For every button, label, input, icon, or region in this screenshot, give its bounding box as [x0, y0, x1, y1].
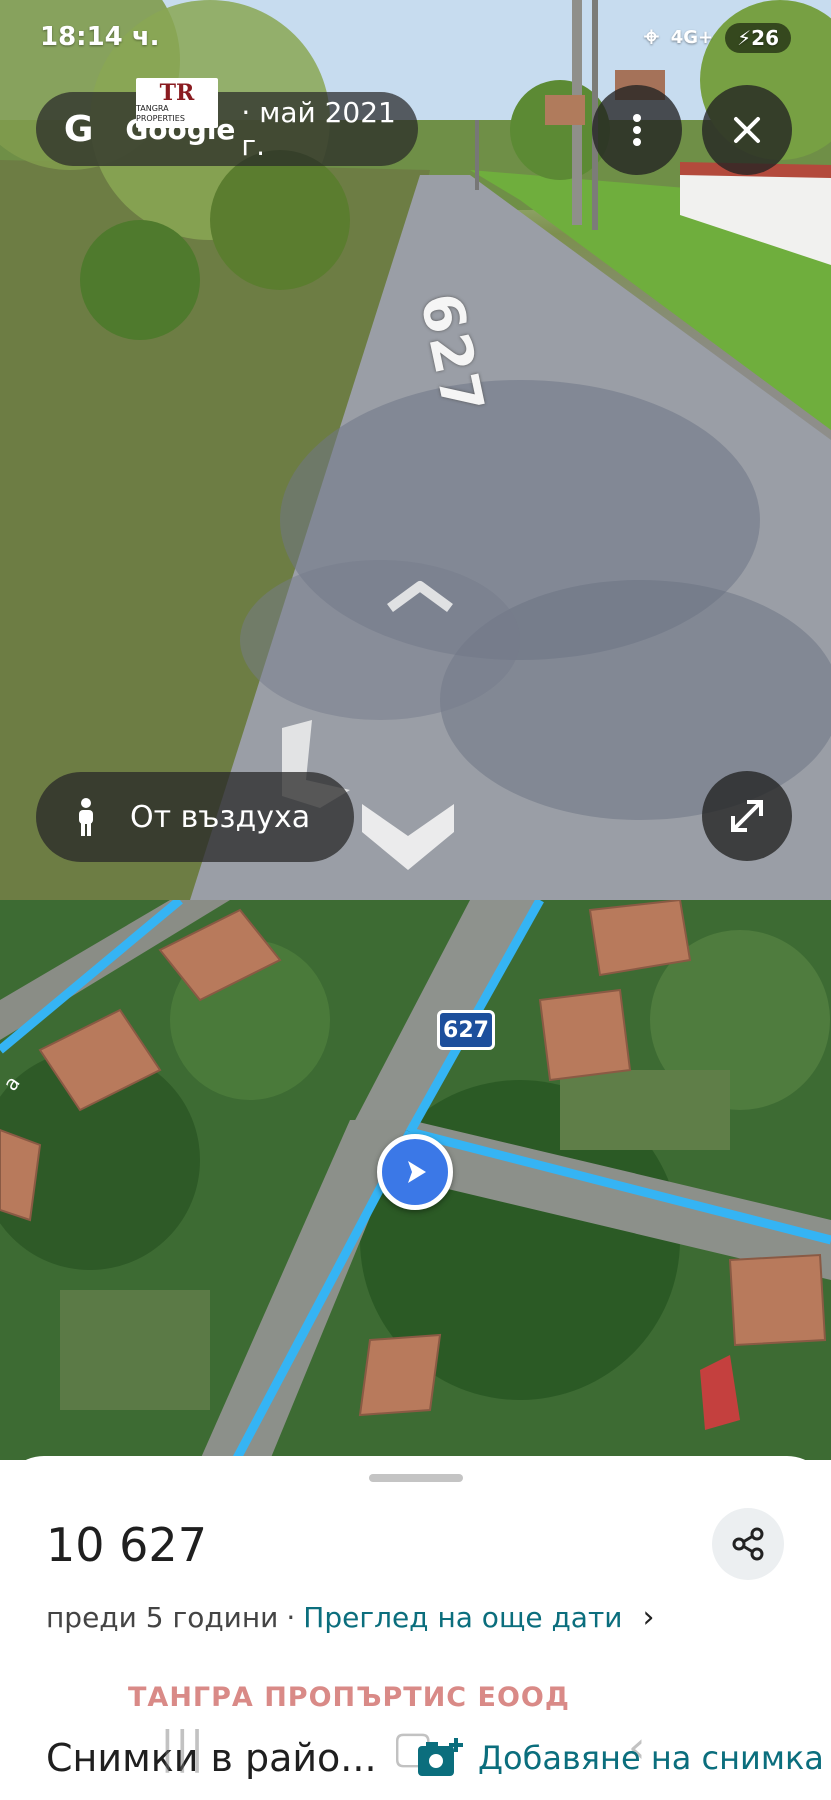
- aerial-view-button[interactable]: От въздуха: [36, 772, 354, 862]
- more-dates-link[interactable]: Преглед на още дати: [303, 1601, 622, 1634]
- pegman-icon: [66, 797, 106, 837]
- network-indicator: 4G+: [670, 27, 714, 48]
- imagery-date-pill[interactable]: G Google · май 2021 г.: [36, 92, 418, 166]
- share-icon: [732, 1527, 764, 1561]
- nav-recents-icon: |||: [160, 1722, 205, 1773]
- close-button[interactable]: [702, 85, 792, 175]
- route-627-badge: 627: [437, 1010, 495, 1050]
- logo-subtext: TANGRA PROPERTIES: [136, 104, 185, 123]
- add-photo-icon: [418, 1738, 463, 1776]
- photos-section-title: Снимки в райо...: [46, 1736, 377, 1780]
- meta-separator: ·: [286, 1601, 296, 1634]
- direction-arrow-icon: [408, 1161, 426, 1183]
- share-button[interactable]: [712, 1508, 784, 1580]
- imagery-meta: преди 5 години · Преглед на още дати ›: [46, 1600, 654, 1635]
- add-photo-button[interactable]: Добавяне на снимка: [416, 1736, 824, 1780]
- bottom-sheet[interactable]: 10 627 преди 5 години · Преглед на още д…: [0, 1456, 831, 1800]
- more-options-button[interactable]: [592, 85, 682, 175]
- battery-level: 26: [751, 25, 779, 50]
- close-icon: [734, 117, 760, 143]
- more-vert-icon: [633, 114, 641, 146]
- street-view-panorama[interactable]: 627 18:14 ч. ⌖ 4G+ ⚡26 G Google · май 20…: [0, 0, 831, 900]
- current-position-marker[interactable]: [377, 1134, 453, 1210]
- add-photo-label: Добавяне на снимка: [478, 1739, 824, 1777]
- fullscreen-button[interactable]: [702, 771, 792, 861]
- battery-indicator: ⚡26: [725, 22, 791, 53]
- location-icon: ⌖: [644, 22, 659, 52]
- watermark-text: ТАНГРА ПРОПЪРТИС ЕООД: [128, 1682, 570, 1713]
- status-icons: ⌖ 4G+ ⚡26: [644, 22, 791, 53]
- aerial-view-label: От въздуха: [130, 799, 311, 835]
- expand-icon: [731, 800, 763, 832]
- drag-handle[interactable]: [369, 1474, 463, 1482]
- place-title: 10 627: [46, 1518, 207, 1572]
- status-time: 18:14 ч.: [40, 22, 160, 52]
- imagery-date: · май 2021 г.: [241, 96, 396, 162]
- google-g-icon: G: [63, 108, 94, 150]
- chevron-right-icon[interactable]: ›: [642, 1600, 654, 1635]
- logo-mark: TR: [159, 80, 195, 106]
- tangra-logo: TR TANGRA PROPERTIES: [136, 78, 218, 128]
- imagery-age: преди 5 години: [46, 1601, 279, 1634]
